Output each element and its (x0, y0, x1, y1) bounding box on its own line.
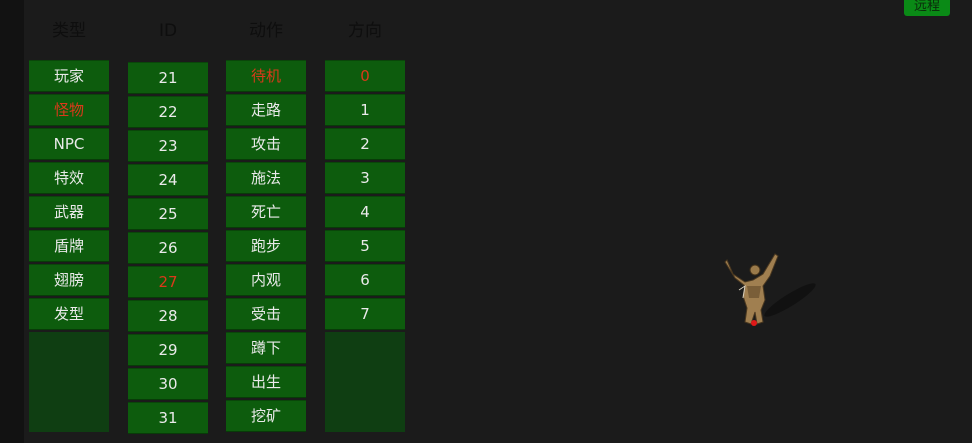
type-item-weapon[interactable]: 武器 (29, 196, 109, 228)
id-item-23[interactable]: 23 (128, 130, 208, 162)
sprite-shadow (764, 283, 816, 317)
direction-item-6[interactable]: 6 (325, 264, 405, 296)
monster-sprite-preview (724, 253, 816, 326)
action-column-header: 动作 (249, 21, 283, 41)
action-item-walk[interactable]: 走路 (226, 94, 306, 126)
id-column: ID 21 22 23 24 25 26 27 28 29 30 31 (128, 0, 208, 443)
direction-column-empty-area (325, 332, 405, 432)
type-item-effect[interactable]: 特效 (29, 162, 109, 194)
id-item-26[interactable]: 26 (128, 232, 208, 264)
id-item-31[interactable]: 31 (128, 402, 208, 434)
type-item-monster[interactable]: 怪物 (29, 94, 109, 126)
direction-item-3[interactable]: 3 (325, 162, 405, 194)
type-item-shield[interactable]: 盾牌 (29, 230, 109, 262)
type-item-npc[interactable]: NPC (29, 128, 109, 160)
direction-item-7[interactable]: 7 (325, 298, 405, 330)
type-column-header: 类型 (52, 21, 86, 41)
id-item-25[interactable]: 25 (128, 198, 208, 230)
type-item-player[interactable]: 玩家 (29, 60, 109, 92)
left-edge-strip (0, 0, 24, 443)
id-column-header: ID (158, 21, 178, 41)
action-item-run[interactable]: 跑步 (226, 230, 306, 262)
action-item-mine[interactable]: 挖矿 (226, 400, 306, 432)
action-column: 动作 待机 走路 攻击 施法 死亡 跑步 内观 受击 蹲下 出生 挖矿 (226, 0, 306, 443)
action-item-spawn[interactable]: 出生 (226, 366, 306, 398)
action-item-death[interactable]: 死亡 (226, 196, 306, 228)
anchor-point-marker (751, 320, 757, 326)
type-item-wings[interactable]: 翅膀 (29, 264, 109, 296)
id-item-29[interactable]: 29 (128, 334, 208, 366)
id-item-27[interactable]: 27 (128, 266, 208, 298)
action-item-cast[interactable]: 施法 (226, 162, 306, 194)
direction-item-5[interactable]: 5 (325, 230, 405, 262)
action-item-crouch[interactable]: 蹲下 (226, 332, 306, 364)
action-item-idle[interactable]: 待机 (226, 60, 306, 92)
action-item-hit[interactable]: 受击 (226, 298, 306, 330)
id-item-30[interactable]: 30 (128, 368, 208, 400)
direction-item-1[interactable]: 1 (325, 94, 405, 126)
direction-column: 方向 0 1 2 3 4 5 6 7 (325, 0, 405, 443)
id-item-21[interactable]: 21 (128, 62, 208, 94)
action-item-inspect[interactable]: 内观 (226, 264, 306, 296)
action-item-attack[interactable]: 攻击 (226, 128, 306, 160)
id-item-22[interactable]: 22 (128, 96, 208, 128)
id-item-24[interactable]: 24 (128, 164, 208, 196)
type-column: 类型 玩家 怪物 NPC 特效 武器 盾牌 翅膀 发型 (29, 0, 109, 443)
direction-column-header: 方向 (348, 21, 382, 41)
direction-item-2[interactable]: 2 (325, 128, 405, 160)
id-item-28[interactable]: 28 (128, 300, 208, 332)
direction-item-4[interactable]: 4 (325, 196, 405, 228)
direction-item-0[interactable]: 0 (325, 60, 405, 92)
type-item-hair[interactable]: 发型 (29, 298, 109, 330)
type-column-empty-area (29, 332, 109, 432)
top-right-button[interactable]: 远程 (904, 0, 950, 16)
